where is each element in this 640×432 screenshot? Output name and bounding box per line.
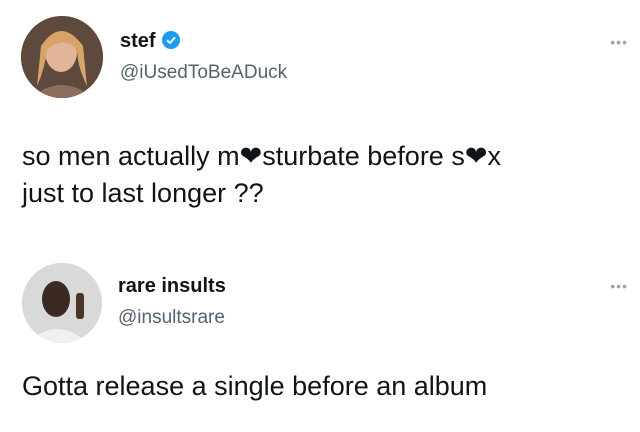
handle[interactable]: @iUsedToBeADuck xyxy=(120,62,287,84)
avatar-rare-insults[interactable] xyxy=(22,263,102,343)
handle[interactable]: @insultsrare xyxy=(118,307,225,329)
tweet-stef: stef @iUsedToBeADuck ••• so men actually… xyxy=(0,0,640,232)
display-name[interactable]: stef xyxy=(120,30,180,53)
tweet-text: Gotta release a single before an album xyxy=(22,368,622,405)
tweet-text-line-1: so men actually m❤sturbate before s❤x xyxy=(22,141,501,171)
verified-badge-icon xyxy=(161,31,180,49)
tweet-text-line-2: just to last longer ?? xyxy=(22,178,264,208)
avatar-stef[interactable] xyxy=(21,16,103,98)
display-name-text[interactable]: stef xyxy=(120,30,156,52)
more-options-icon[interactable]: ••• xyxy=(610,278,628,294)
tweet-rare-insults: rare insults @insultsrare ••• Gotta rele… xyxy=(0,252,640,432)
display-name[interactable]: rare insults xyxy=(118,275,226,298)
more-options-icon[interactable]: ••• xyxy=(610,34,628,50)
display-name-text[interactable]: rare insults xyxy=(118,275,226,297)
tweet-text-line-1: Gotta release a single before an album xyxy=(22,371,488,401)
tweet-text: so men actually m❤sturbate before s❤x ju… xyxy=(22,138,622,212)
